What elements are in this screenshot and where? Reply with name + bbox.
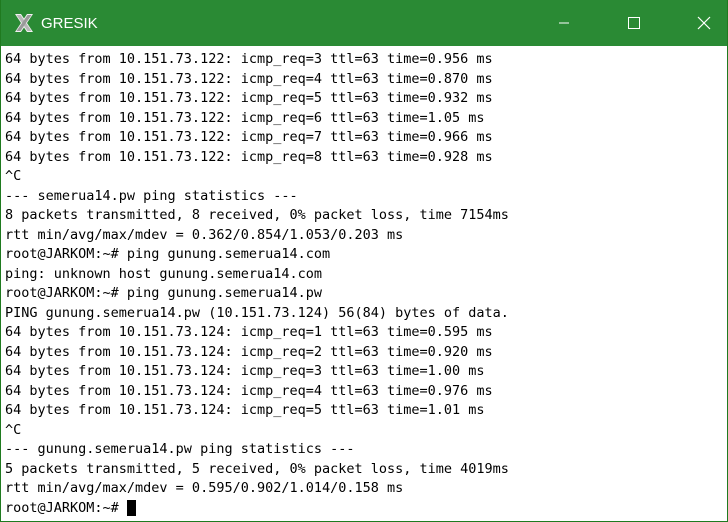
minimize-button[interactable]: [541, 0, 587, 46]
close-icon: [697, 16, 711, 30]
title-bar[interactable]: GRESIK: [1, 0, 727, 46]
window-title: GRESIK: [41, 14, 98, 32]
terminal-line: 64 bytes from 10.151.73.124: icmp_req=1 …: [5, 324, 493, 340]
terminal-line: root@JARKOM:~# ping gunung.semerua14.pw: [5, 285, 322, 301]
close-button[interactable]: [681, 0, 727, 46]
terminal-line: 64 bytes from 10.151.73.124: icmp_req=3 …: [5, 363, 485, 379]
terminal-line: root@JARKOM:~# ping gunung.semerua14.com: [5, 246, 331, 262]
maximize-button[interactable]: [611, 0, 657, 46]
window-controls: [517, 0, 727, 46]
terminal-line: 64 bytes from 10.151.73.122: icmp_req=8 …: [5, 148, 493, 165]
minimize-icon: [559, 22, 569, 24]
terminal-line: 64 bytes from 10.151.73.122: icmp_req=7 …: [5, 129, 493, 145]
terminal-window: GRESIK 64 bytes from 10.151.73.122: icmp…: [0, 0, 728, 522]
command-prompt: root@JARKOM:~#: [5, 499, 119, 516]
terminal-line: 64 bytes from 10.151.73.122: icmp_req=3 …: [5, 51, 493, 67]
terminal-line: 5 packets transmitted, 5 received, 0% pa…: [5, 460, 509, 477]
terminal-line: ping: unknown host gunung.semerua14.com: [5, 265, 322, 282]
terminal-line: 64 bytes from 10.151.73.124: icmp_req=5 …: [5, 402, 485, 418]
terminal-line: rtt min/avg/max/mdev = 0.362/0.854/1.053…: [5, 226, 404, 243]
terminal-line: ^C: [5, 421, 22, 438]
terminal-line: 64 bytes from 10.151.73.122: icmp_req=4 …: [5, 70, 493, 87]
x-app-icon: [15, 14, 33, 32]
terminal-line: ^C: [5, 168, 22, 184]
terminal-line: rtt min/avg/max/mdev = 0.595/0.902/1.014…: [5, 480, 404, 496]
terminal-line: PING gunung.semerua14.pw (10.151.73.124)…: [5, 304, 509, 321]
text-cursor: [126, 500, 136, 517]
terminal-output[interactable]: 64 bytes from 10.151.73.122: icmp_req=3 …: [5, 50, 723, 517]
terminal-line: 64 bytes from 10.151.73.122: icmp_req=6 …: [5, 109, 485, 126]
terminal-line: --- gunung.semerua14.pw ping statistics …: [5, 441, 355, 457]
terminal-line: 64 bytes from 10.151.73.124: icmp_req=2 …: [5, 343, 493, 360]
terminal-line: 64 bytes from 10.151.73.124: icmp_req=4 …: [5, 382, 493, 399]
command-prompt-line[interactable]: root@JARKOM:~#: [5, 499, 723, 519]
terminal-line: 8 packets transmitted, 8 received, 0% pa…: [5, 207, 509, 223]
maximize-icon: [628, 17, 640, 29]
terminal-line: 64 bytes from 10.151.73.122: icmp_req=5 …: [5, 90, 493, 106]
terminal-line: --- semerua14.pw ping statistics ---: [5, 187, 298, 204]
